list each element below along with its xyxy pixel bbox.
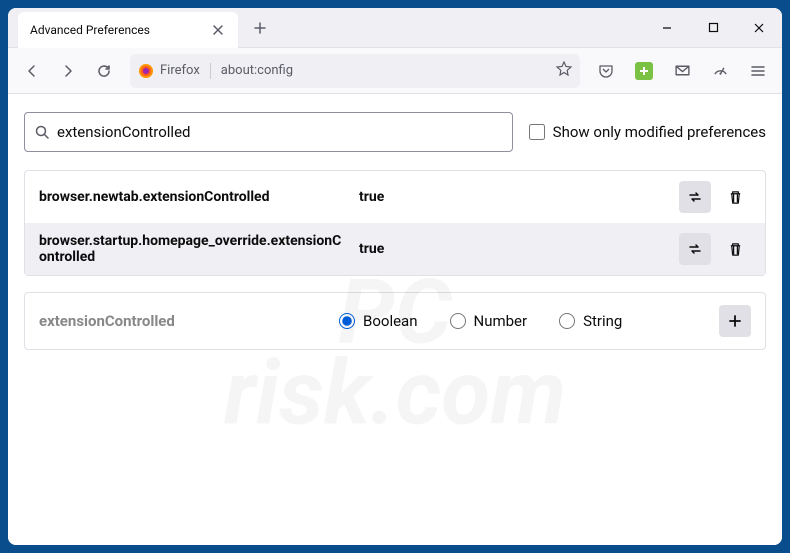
search-box[interactable] [24, 112, 513, 152]
pref-actions [679, 233, 751, 265]
delete-button[interactable] [719, 181, 751, 213]
reload-button[interactable] [88, 55, 120, 87]
search-row: Show only modified preferences [24, 112, 766, 152]
radio-boolean[interactable]: Boolean [339, 312, 418, 330]
pocket-icon[interactable] [590, 55, 622, 87]
close-window-button[interactable] [736, 8, 782, 48]
urlbar-actions [556, 61, 572, 81]
titlebar: Advanced Preferences [8, 8, 782, 48]
radio-number-input[interactable] [450, 313, 466, 329]
radio-string[interactable]: String [559, 312, 622, 330]
close-tab-icon[interactable] [210, 22, 226, 38]
toolbar-icons [590, 55, 774, 87]
pref-value: true [359, 189, 679, 205]
browser-window: Advanced Preferences [8, 8, 782, 545]
show-modified-checkbox[interactable]: Show only modified preferences [529, 123, 766, 141]
preference-row: browser.newtab.extensionControlled true [25, 171, 765, 223]
extension-icon[interactable] [628, 55, 660, 87]
pref-value: true [359, 241, 679, 257]
add-preference-row: extensionControlled Boolean Number Strin… [24, 292, 766, 350]
tab-title: Advanced Preferences [30, 23, 210, 37]
preference-row: browser.startup.homepage_override.extens… [25, 223, 765, 275]
delete-button[interactable] [719, 233, 751, 265]
identity-box[interactable]: Firefox [138, 63, 211, 79]
maximize-button[interactable] [690, 8, 736, 48]
toggle-button[interactable] [679, 233, 711, 265]
minimize-button[interactable] [644, 8, 690, 48]
preferences-list: browser.newtab.extensionControlled true … [24, 170, 766, 276]
show-modified-label: Show only modified preferences [553, 123, 766, 141]
add-pref-name: extensionControlled [39, 312, 339, 330]
url-bar[interactable]: Firefox about:config [130, 54, 580, 88]
active-tab[interactable]: Advanced Preferences [18, 12, 238, 48]
add-button[interactable] [719, 305, 751, 337]
radio-boolean-input[interactable] [339, 313, 355, 329]
page-content: PC risk.com Show only modified preferenc… [8, 94, 782, 545]
search-input[interactable] [57, 123, 502, 141]
search-icon [35, 125, 49, 139]
pref-name: browser.newtab.extensionControlled [39, 189, 359, 205]
back-button[interactable] [16, 55, 48, 87]
url-text: about:config [221, 63, 556, 78]
window-controls [644, 8, 782, 48]
new-tab-button[interactable] [246, 14, 274, 42]
firefox-icon [138, 63, 154, 79]
menu-button[interactable] [742, 55, 774, 87]
radio-string-input[interactable] [559, 313, 575, 329]
type-radio-group: Boolean Number String [339, 312, 719, 330]
show-modified-input[interactable] [529, 124, 545, 140]
gauge-icon[interactable] [704, 55, 736, 87]
identity-label: Firefox [160, 63, 200, 78]
inbox-icon[interactable] [666, 55, 698, 87]
radio-number[interactable]: Number [450, 312, 528, 330]
bookmark-star-icon[interactable] [556, 61, 572, 81]
forward-button[interactable] [52, 55, 84, 87]
pref-actions [679, 181, 751, 213]
toggle-button[interactable] [679, 181, 711, 213]
pref-name: browser.startup.homepage_override.extens… [39, 233, 359, 265]
navigation-toolbar: Firefox about:config [8, 48, 782, 94]
